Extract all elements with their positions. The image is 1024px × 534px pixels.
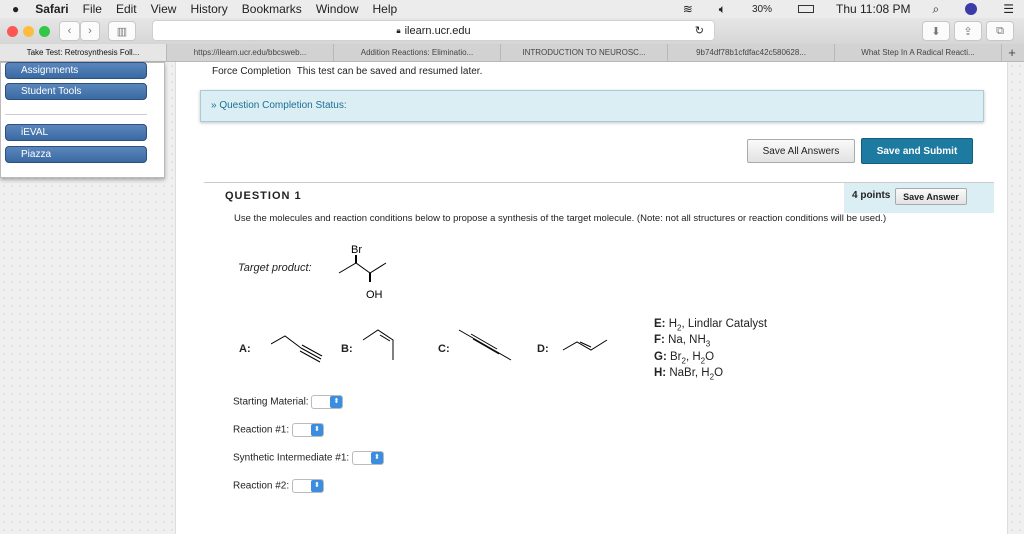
question-header: QUESTION 1 4 points Save Answer: [204, 182, 994, 213]
volume-icon[interactable]: 🔈︎: [719, 2, 726, 17]
address-bar[interactable]: 🔒︎ ilearn.ucr.edu ↻: [152, 20, 715, 41]
completion-status-label: Question Completion Status:: [219, 100, 347, 111]
menu-bookmarks[interactable]: Bookmarks: [242, 2, 302, 16]
lock-icon: 🔒︎: [396, 25, 401, 35]
downloads-icon[interactable]: ⬇: [922, 21, 950, 41]
battery-icon[interactable]: [798, 5, 815, 13]
force-completion-text: This test can be saved and resumed later…: [296, 66, 483, 77]
force-completion: Force Completion This test can be saved …: [212, 66, 482, 77]
reaction-2-field: Reaction #2: ⬍: [233, 479, 324, 493]
menu-safari[interactable]: Safari: [35, 2, 68, 16]
reaction-1-select[interactable]: ⬍: [291, 423, 324, 437]
tab-ilearn-url[interactable]: https://ilearn.ucr.edu/bbcsweb...: [167, 44, 334, 61]
select-arrows-icon: ⬍: [330, 396, 343, 408]
forward-button[interactable]: ›: [80, 21, 100, 41]
question-points: 4 points: [852, 190, 891, 201]
tab-addition-reactions[interactable]: Addition Reactions: Eliminatio...: [334, 44, 501, 61]
sidebar-item-assignments[interactable]: Assignments: [5, 62, 147, 79]
tab-take-test[interactable]: Take Test: Retrosynthesis Foll...: [0, 44, 167, 61]
sidebar-item-student-tools[interactable]: Student Tools: [5, 83, 147, 100]
condition-g: G: Br2, H2O: [654, 350, 715, 365]
sidebar-item-piazza[interactable]: Piazza: [5, 146, 147, 163]
reaction-2-select[interactable]: ⬍: [291, 479, 324, 493]
reaction-2-label: Reaction #2:: [233, 480, 290, 492]
zoom-window-button[interactable]: [39, 26, 50, 37]
new-tab-button[interactable]: +: [1002, 44, 1022, 61]
molecule-b-cis-2-butene: [362, 329, 394, 360]
reaction-conditions: E: H2, Lindlar Catalyst F: Na, NH3 G: Br…: [654, 318, 767, 383]
minimize-window-button[interactable]: [23, 26, 34, 37]
select-arrows-icon: ⬍: [310, 424, 323, 436]
clock[interactable]: Thu 11:08 PM: [836, 2, 910, 16]
starting-material-label: Starting Material:: [233, 396, 309, 408]
siri-icon[interactable]: [965, 3, 978, 15]
tab-neuroscience[interactable]: INTRODUCTION TO NEUROSC...: [501, 44, 668, 61]
menu-edit[interactable]: Edit: [116, 2, 137, 16]
menu-window[interactable]: Window: [316, 2, 359, 16]
menu-help[interactable]: Help: [373, 2, 398, 16]
browser-toolbar: ‹ › ▥ 🔒︎ ilearn.ucr.edu ↻ ⬇ ⇪ ⧉: [0, 18, 1024, 44]
target-product-label: Target product:: [238, 262, 312, 274]
hydroxyl-label: OH: [366, 289, 383, 301]
apple-icon[interactable]: ●: [12, 2, 19, 16]
tab-bar: Take Test: Retrosynthesis Foll... https:…: [0, 44, 1024, 62]
wifi-icon[interactable]: ≋: [683, 2, 693, 16]
chevron-down-icon: »: [211, 100, 217, 111]
reload-icon[interactable]: ↻: [695, 24, 704, 37]
url-text: ilearn.ucr.edu: [404, 24, 471, 37]
sidebar-item-ieval[interactable]: iEVAL: [5, 124, 147, 141]
molecule-c-2-butyne: [458, 329, 512, 361]
test-content: Force Completion This test can be saved …: [175, 62, 1008, 534]
select-arrows-icon: ⬍: [370, 452, 383, 464]
notification-list-icon[interactable]: ☰: [1003, 2, 1014, 16]
menu-view[interactable]: View: [151, 2, 177, 16]
save-and-submit-button[interactable]: Save and Submit: [861, 138, 973, 164]
intermediate-1-field: Synthetic Intermediate #1: ⬍: [233, 451, 384, 465]
molecule-d-label: D:: [537, 343, 549, 355]
sidebar-toggle-icon[interactable]: ▥: [108, 21, 136, 41]
bromine-label: Br: [351, 244, 362, 256]
course-menu-panel: Assignments Student Tools iEVAL Piazza: [0, 62, 165, 178]
target-product-structure: Br OH: [338, 244, 387, 301]
molecule-a-label: A:: [239, 343, 251, 355]
tab-radical-reaction[interactable]: What Step In A Radical Reacti...: [835, 44, 1002, 61]
tab-hash[interactable]: 9b74df78b1cfdfac42c580628...: [668, 44, 835, 61]
molecule-a-1-butyne: [271, 335, 323, 363]
battery-percent[interactable]: 30%: [752, 4, 772, 15]
select-arrows-icon: ⬍: [310, 480, 323, 492]
question-completion-status[interactable]: » Question Completion Status:: [200, 90, 984, 122]
menu-bar: ● Safari File Edit View History Bookmark…: [0, 0, 1024, 18]
condition-f: F: Na, NH3: [654, 334, 711, 349]
intermediate-1-select[interactable]: ⬍: [351, 451, 384, 465]
condition-h: H: NaBr, H2O: [654, 366, 724, 382]
save-answer-button[interactable]: Save Answer: [895, 188, 967, 205]
molecule-d-trans-2-butene: [562, 339, 608, 351]
save-all-answers-button[interactable]: Save All Answers: [747, 139, 855, 163]
molecule-c-label: C:: [438, 343, 450, 355]
sidebar-divider: [5, 114, 147, 115]
question-prompt: Use the molecules and reaction condition…: [234, 213, 887, 224]
condition-e: E: H2, Lindlar Catalyst: [654, 318, 768, 333]
question-title: QUESTION 1: [225, 190, 302, 202]
menu-history[interactable]: History: [190, 2, 227, 16]
force-completion-label: Force Completion: [212, 66, 291, 77]
intermediate-1-label: Synthetic Intermediate #1:: [233, 452, 350, 464]
reaction-1-label: Reaction #1:: [233, 424, 290, 436]
tabs-overview-icon[interactable]: ⧉: [986, 21, 1014, 41]
molecule-b-label: B:: [341, 343, 353, 355]
close-window-button[interactable]: [7, 26, 18, 37]
menu-file[interactable]: File: [83, 2, 102, 16]
question-points-box: 4 points Save Answer: [844, 183, 994, 213]
starting-material-field: Starting Material: ⬍: [233, 395, 344, 409]
share-icon[interactable]: ⇪: [954, 21, 982, 41]
back-button[interactable]: ‹: [59, 21, 80, 41]
spotlight-icon[interactable]: ⌕: [933, 2, 940, 17]
starting-material-select[interactable]: ⬍: [311, 395, 344, 409]
reaction-1-field: Reaction #1: ⬍: [233, 423, 324, 437]
